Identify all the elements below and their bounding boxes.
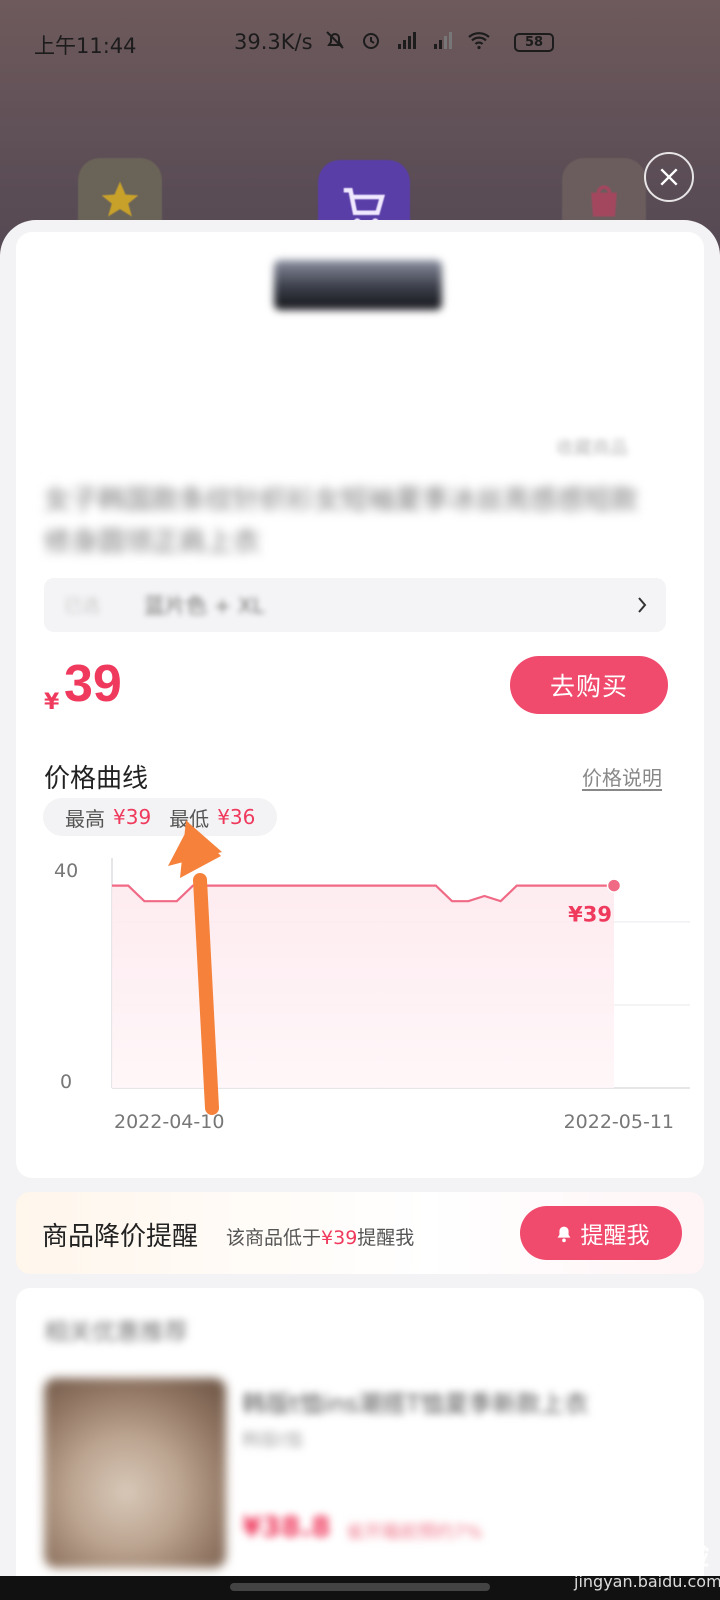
buy-button[interactable]: 去购买: [510, 656, 668, 714]
status-icons: [322, 28, 492, 52]
currency-symbol: ¥: [44, 690, 60, 715]
latest-price-label: ¥39: [568, 903, 612, 927]
product-card: 收藏商品 女子韩国款条纹针织衫女短袖夏季冰丝亮感感短款修身圆领正肩上衣 已选 蓝…: [16, 232, 704, 1178]
price-history-sheet: 收藏商品 女子韩国款条纹针织衫女短袖夏季冰丝亮感感短款修身圆领正肩上衣 已选 蓝…: [0, 220, 720, 1600]
price-curve-title: 价格曲线: [44, 764, 149, 794]
reminder-desc-price: ¥39: [321, 1227, 358, 1249]
recommend-item-name[interactable]: 韩版t恤ins潮搭T恤夏季新款上衣: [242, 1384, 588, 1419]
y-tick-label: 40: [54, 860, 78, 882]
signal-hd-2-icon: [434, 32, 452, 49]
reminder-desc-prefix: 该商品低于: [226, 1227, 322, 1249]
close-button[interactable]: [644, 152, 694, 202]
remind-me-label: 提醒我: [580, 1223, 650, 1249]
latest-price-point: [606, 878, 622, 893]
favorite-link[interactable]: 收藏商品: [556, 434, 628, 460]
sku-value: 蓝片色 + XL: [144, 594, 265, 618]
x-end-label: 2022-05-11: [564, 1111, 674, 1133]
price-area: [112, 885, 614, 1088]
recommend-item-price: ¥38.8: [242, 1510, 331, 1543]
recommend-item-image[interactable]: [44, 1378, 226, 1568]
recommend-item-coupon: 省开箱前预约7%: [346, 1522, 483, 1543]
close-icon: [660, 168, 678, 186]
lowest-value: ¥36: [217, 805, 256, 829]
reminder-desc-suffix: 提醒我: [357, 1227, 415, 1249]
bell-muted-icon: [326, 31, 344, 49]
bell-icon: [557, 1226, 570, 1243]
recommend-item-subtitle: 韩版t恤: [242, 1430, 304, 1451]
battery-indicator: 58: [514, 33, 554, 52]
status-time: 上午11:44: [34, 34, 137, 58]
y-tick-label: 0: [60, 1071, 72, 1093]
signal-hd-icon: [398, 32, 416, 49]
current-price: 39: [64, 655, 122, 713]
status-bar: 上午11:44 39.3K/s 58: [0, 0, 720, 86]
sku-tag: 已选: [64, 596, 100, 617]
sku-selector[interactable]: 已选 蓝片色 + XL: [44, 578, 666, 632]
home-gesture-bar[interactable]: [230, 1583, 490, 1591]
lowest-label: 最低: [169, 806, 210, 831]
network-speed: 39.3K/s: [234, 30, 313, 54]
high-low-summary: 最高 ¥39 最低 ¥36: [43, 798, 278, 836]
product-title: 女子韩国款条纹针织衫女短袖夏季冰丝亮感感短款修身圆领正肩上衣: [44, 485, 638, 558]
highest-label: 最高: [65, 806, 105, 831]
price-chart[interactable]: ¥39 40 0 2022-04-10 2022-05-11: [44, 858, 696, 1148]
watermark-main: Baidu经验: [566, 1539, 710, 1572]
chevron-right-icon: [638, 597, 647, 613]
watermark-sub: jingyan.baidu.com: [574, 1572, 720, 1591]
product-thumbnail[interactable]: [274, 260, 442, 310]
alarm-icon: [363, 33, 379, 49]
wifi-icon: [468, 32, 490, 50]
reminder-description: 该商品低于¥39提醒我: [226, 1223, 414, 1250]
highest-value: ¥39: [113, 805, 152, 829]
price-drop-reminder: 商品降价提醒 该商品低于¥39提醒我 提醒我: [16, 1192, 704, 1274]
remind-me-button[interactable]: 提醒我: [520, 1206, 682, 1260]
price-help-link[interactable]: 价格说明: [582, 762, 662, 791]
watermark: Baidu经验 jingyan.baidu.com: [548, 1500, 720, 1600]
x-start-label: 2022-04-10: [114, 1111, 224, 1133]
recommend-title: 相关优惠推荐: [44, 1318, 188, 1346]
reminder-title: 商品降价提醒: [42, 1222, 199, 1252]
